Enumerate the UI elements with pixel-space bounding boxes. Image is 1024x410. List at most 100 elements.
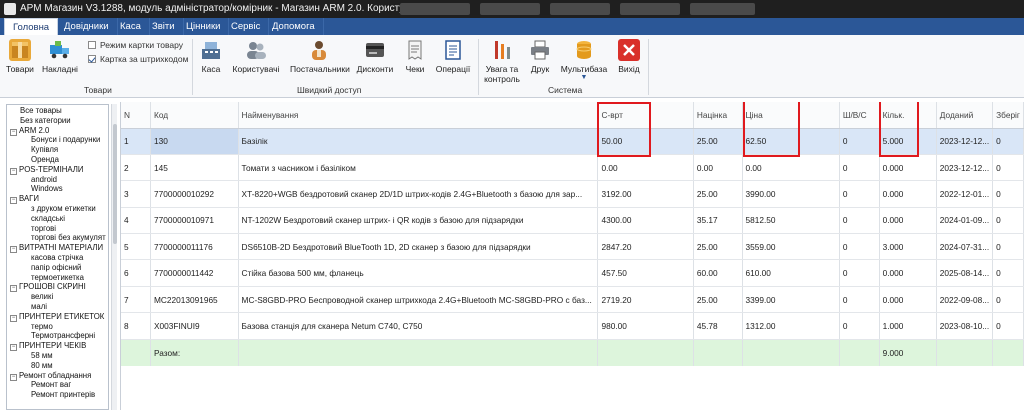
tree-subcategory[interactable]: 58 мм: [31, 351, 53, 361]
cell-added[interactable]: 2023-12-12...: [936, 154, 994, 182]
suppliers-button[interactable]: Постачальники: [290, 39, 350, 74]
receipts-button[interactable]: Чеки: [404, 39, 426, 74]
tab-price-tags[interactable]: Цінники: [178, 18, 230, 35]
tree-subcategory[interactable]: торгові: [31, 224, 56, 234]
cell-price[interactable]: 3399.00: [742, 286, 840, 314]
cell-code[interactable]: 7700000011176: [150, 233, 239, 261]
scrollbar-thumb[interactable]: [113, 124, 117, 244]
cell-markup[interactable]: 25.00: [693, 128, 743, 155]
cell-markup[interactable]: 25.00: [693, 286, 743, 314]
cell-qty[interactable]: 0.000: [879, 286, 937, 314]
cell-qty[interactable]: 3.000: [879, 233, 937, 261]
cell-barcode[interactable]: 0: [839, 207, 880, 235]
col-header-name[interactable]: Найменування: [238, 102, 599, 129]
tab-service[interactable]: Сервіс: [223, 18, 270, 35]
cell-name[interactable]: NT-1202W Бездротовий сканер штрих- і QR …: [238, 207, 599, 235]
cell-barcode[interactable]: 0: [839, 128, 880, 155]
cell-qty[interactable]: 0.000: [879, 180, 937, 208]
card-mode-checkbox[interactable]: Режим картки товару: [88, 40, 183, 50]
tree-subcategory[interactable]: малі: [31, 302, 47, 312]
cell-storage[interactable]: 0: [992, 154, 1024, 182]
cell-storage[interactable]: 0: [992, 259, 1024, 287]
collapse-icon[interactable]: −: [10, 246, 17, 254]
cell-n[interactable]: 8: [121, 312, 152, 340]
cell-storage[interactable]: 0: [992, 207, 1024, 235]
cell-barcode[interactable]: 0: [839, 154, 880, 182]
tree-subcategory[interactable]: Термотрансферні: [31, 331, 95, 341]
cell-cost[interactable]: 0.00: [597, 154, 694, 182]
cell-n[interactable]: 7: [121, 286, 152, 314]
cell-cost[interactable]: 3192.00: [597, 180, 694, 208]
cell-storage[interactable]: 0: [992, 128, 1024, 155]
tree-subcategory[interactable]: торгові без акумулят: [31, 233, 106, 243]
cell-qty[interactable]: 0.000: [879, 259, 937, 287]
cell-name[interactable]: Стійка базова 500 мм, фланець: [238, 259, 599, 287]
tree-category[interactable]: − ПРИНТЕРИ ЧЕКІВ: [10, 341, 86, 352]
cell-markup[interactable]: 0.00: [693, 154, 743, 182]
tree-subcategory[interactable]: Ремонт принтерів: [31, 390, 95, 400]
cell-code[interactable]: 7700000010971: [150, 207, 239, 235]
tree-subcategory[interactable]: Купівля: [31, 145, 58, 155]
cell-n[interactable]: 3: [121, 180, 152, 208]
tree-subcategory[interactable]: android: [31, 175, 57, 185]
cell-price[interactable]: 1312.00: [742, 312, 840, 340]
cell-qty[interactable]: 5.000: [879, 128, 937, 155]
cell-added[interactable]: 2023-12-12...: [936, 128, 994, 155]
tree-subcategory[interactable]: касова стрічка: [31, 253, 83, 263]
collapse-icon[interactable]: −: [10, 285, 17, 293]
cell-name[interactable]: Томати з часником і базіліком: [238, 154, 599, 182]
goods-button[interactable]: Товари: [6, 39, 34, 74]
cell-barcode[interactable]: 0: [839, 286, 880, 314]
tree-category[interactable]: − ВИТРАТНІ МАТЕРІАЛИ: [10, 243, 103, 254]
cell-price[interactable]: 610.00: [742, 259, 840, 287]
tree-subcategory[interactable]: 80 мм: [31, 361, 53, 371]
table-row[interactable]: 1 130 Базілік 50.00 25.00 62.50 0 5.000 2023-12-…: [121, 128, 1024, 155]
cell-added[interactable]: 2024-07-31...: [936, 233, 994, 261]
cell-code[interactable]: MC22013091965: [150, 286, 239, 314]
exit-button[interactable]: Вихід: [617, 39, 641, 74]
cell-name[interactable]: Базілік: [238, 128, 599, 155]
cell-name[interactable]: DS6510B-2D Бездротовий BlueTooth 1D, 2D …: [238, 233, 599, 261]
print-button[interactable]: Друк: [528, 39, 552, 74]
col-header-barcode[interactable]: Ш/В/С: [839, 102, 880, 129]
cell-name[interactable]: MC-S8GBD-PRO Беспроводной сканер штрихко…: [238, 286, 599, 314]
attention-control-button[interactable]: Увага та контроль: [482, 39, 522, 84]
table-row[interactable]: 8 X003FINUI9 Базова станція для сканера Ne…: [121, 312, 1024, 340]
cell-qty[interactable]: 0.000: [879, 154, 937, 182]
cell-markup[interactable]: 60.00: [693, 259, 743, 287]
multibase-button[interactable]: Мультибаза ▼: [560, 39, 608, 82]
collapse-icon[interactable]: −: [10, 167, 17, 175]
tree-subcategory[interactable]: термо: [31, 322, 53, 332]
cell-name[interactable]: Базова станція для сканера Netum C740, C…: [238, 312, 599, 340]
cell-markup[interactable]: 25.00: [693, 180, 743, 208]
cell-cost[interactable]: 2719.20: [597, 286, 694, 314]
collapse-icon[interactable]: −: [10, 128, 17, 136]
tree-subcategory[interactable]: Оренда: [31, 155, 59, 165]
cell-storage[interactable]: 0: [992, 180, 1024, 208]
cell-cost[interactable]: 2847.20: [597, 233, 694, 261]
cash-register-button[interactable]: Каса: [199, 39, 223, 74]
operations-button[interactable]: Операції: [434, 39, 472, 74]
cell-added[interactable]: 2025-08-14...: [936, 259, 994, 287]
table-row[interactable]: 7 MC22013091965 MC-S8GBD-PRO Беспроводной …: [121, 286, 1024, 314]
cell-barcode[interactable]: 0: [839, 233, 880, 261]
col-header-code[interactable]: Код: [150, 102, 239, 129]
tree-subcategory[interactable]: з друком етикетки: [31, 204, 96, 214]
invoices-button[interactable]: Накладні: [40, 39, 80, 74]
table-row[interactable]: 2 145 Томати з часником і базіліком 0.00 0.0…: [121, 154, 1024, 182]
tree-category[interactable]: Без категории: [20, 116, 71, 126]
col-header-added[interactable]: Доданий: [936, 102, 994, 129]
tree-category[interactable]: − ВАГИ: [10, 194, 39, 205]
cell-markup[interactable]: 45.78: [693, 312, 743, 340]
tree-scrollbar[interactable]: [111, 104, 117, 410]
cell-code[interactable]: 130: [150, 128, 239, 155]
cell-cost[interactable]: 457.50: [597, 259, 694, 287]
tree-subcategory[interactable]: термоетикетка: [31, 273, 84, 283]
cell-added[interactable]: 2024-01-09...: [936, 207, 994, 235]
tab-directories[interactable]: Довідники: [56, 18, 118, 35]
tree-category[interactable]: − ARM 2.0: [10, 126, 49, 136]
collapse-icon[interactable]: −: [10, 344, 17, 352]
cell-n[interactable]: 4: [121, 207, 152, 235]
cell-code[interactable]: 7700000011442: [150, 259, 239, 287]
tab-home[interactable]: Головна: [4, 18, 59, 35]
